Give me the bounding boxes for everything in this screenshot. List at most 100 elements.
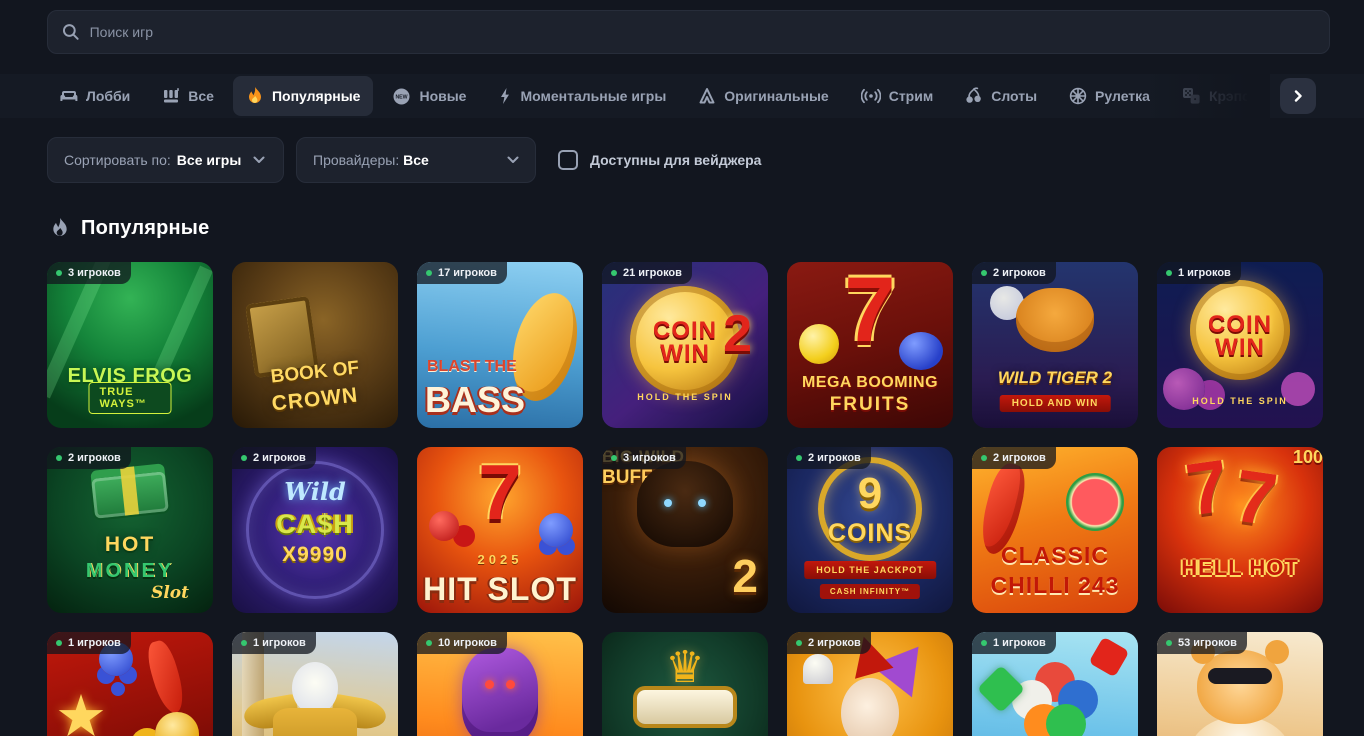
players-badge: 2 игроков: [787, 632, 871, 654]
bull-eye-art: [698, 499, 706, 507]
seven-art: 7: [844, 264, 895, 356]
slot-machine-icon: [162, 87, 180, 105]
online-dot: [796, 640, 802, 646]
players-badge: 21 игроков: [602, 262, 692, 284]
game-title: HELL HOT: [1157, 555, 1323, 581]
game-tile-wild-tiger-2[interactable]: WILD TIGER 2 HOLD AND WIN 2 игроков: [972, 262, 1138, 428]
players-badge: 2 игроков: [972, 262, 1056, 284]
game-subtitle: HOLD THE JACKPOT: [804, 561, 936, 579]
dice-icon: [1182, 87, 1201, 105]
game-tile-classic-chilli-243[interactable]: CLASSIC CHILLI 243 2 игроков: [972, 447, 1138, 613]
section-title: Популярные: [81, 217, 209, 240]
mummy-eye-art: [506, 680, 515, 689]
wager-checkbox[interactable]: [558, 150, 578, 170]
game-tile-fruit-machine[interactable]: ♛ FRUIT Machine: [602, 632, 768, 736]
cherries-icon: [965, 87, 983, 105]
game-subtitle: TRUE WAYS™: [89, 382, 172, 414]
tab-all[interactable]: Все: [149, 76, 227, 116]
game-tile-hot-money-slot[interactable]: HOT MONEY Slot 2 игроков: [47, 447, 213, 613]
game-tile-9-coins[interactable]: 9 COINS HOLD THE JACKPOT CASH INFINITY™ …: [787, 447, 953, 613]
tabs-scroll-right-button[interactable]: [1280, 78, 1316, 114]
filters-row: Сортировать по: Все игры Провайдеры: Все…: [47, 137, 761, 183]
game-tile-2025-hit-slot[interactable]: 7 2025 HIT SLOT: [417, 447, 583, 613]
tab-lobby[interactable]: Лобби: [47, 76, 143, 116]
online-dot: [796, 455, 802, 461]
providers-dropdown[interactable]: Провайдеры: Все: [296, 137, 536, 183]
tab-slots[interactable]: Слоты: [952, 76, 1050, 116]
chilli-art: [143, 638, 188, 716]
players-count: 2 игроков: [808, 637, 861, 649]
players-count: 2 игроков: [993, 267, 1046, 279]
bell-art: [803, 654, 833, 684]
game-tile-coin-win[interactable]: COINWIN HOLD THE SPIN 1 игроков: [1157, 262, 1323, 428]
game-tile-hot-slot[interactable]: ★ Hot 1 игроков: [47, 632, 213, 736]
tab-stream[interactable]: Стрим: [848, 76, 946, 116]
game-tile-mega-booming-fruits[interactable]: 7 MEGA BOOMING FRUITS: [787, 262, 953, 428]
game-tile-zeus[interactable]: 1 игроков: [232, 632, 398, 736]
sunglasses-art: [1208, 668, 1272, 684]
tab-roulette[interactable]: Рулетка: [1056, 76, 1163, 116]
search-input[interactable]: [90, 24, 1315, 40]
game-title: MEGA BOOMING: [787, 374, 953, 392]
game-tile-big-wild-buffalo-2[interactable]: BIG WILD BUFFALO 2 3 игроков: [602, 447, 768, 613]
seven-art: 7: [478, 453, 521, 531]
wager-filter[interactable]: Доступны для вейджера: [558, 150, 761, 170]
game-tile-wild-cash-x9990[interactable]: Wild CA$H X9990 2 игроков: [232, 447, 398, 613]
bull-eye-art: [664, 499, 672, 507]
tab-originals[interactable]: Оригинальные: [685, 76, 841, 116]
bells-art: [155, 712, 199, 736]
money-stack-art: [91, 471, 169, 519]
lobby-icon: [60, 87, 78, 105]
broadcast-icon: [861, 88, 881, 104]
game-tile-coin-win-2[interactable]: COINWIN 2 HOLD THE SPIN 21 игроков: [602, 262, 768, 428]
game-tile-book-of-crown[interactable]: BOOK OF CROWN: [232, 262, 398, 428]
game-subtitle: HOLD THE SPIN: [602, 392, 768, 402]
players-badge: 2 игроков: [787, 447, 871, 469]
game-title-number: 9: [787, 469, 953, 519]
game-tile-joker[interactable]: 2 игроков: [787, 632, 953, 736]
sort-dropdown[interactable]: Сортировать по: Все игры: [47, 137, 284, 183]
game-title: CA$H: [232, 509, 398, 540]
tab-popular[interactable]: Популярные: [233, 76, 373, 116]
players-badge: 1 игроков: [47, 632, 131, 654]
players-badge: 10 игроков: [417, 632, 507, 654]
players-badge: 3 игроков: [47, 262, 131, 284]
game-tile-mummyland[interactable]: MUMMYLAND 10 игроков: [417, 632, 583, 736]
game-title: CLASSIC: [972, 542, 1138, 569]
players-badge: 53 игроков: [1157, 632, 1247, 654]
online-dot: [56, 455, 62, 461]
tab-craps[interactable]: Крэпс: [1169, 76, 1247, 116]
online-dot: [426, 640, 432, 646]
tab-instant-games[interactable]: Моментальные игры: [485, 76, 679, 116]
mummy-eye-art: [485, 680, 494, 689]
chevron-down-icon: [253, 156, 265, 164]
tab-label: Слоты: [991, 88, 1037, 104]
chevron-right-icon: [1292, 90, 1304, 102]
tab-label: Рулетка: [1095, 88, 1150, 104]
players-count: 1 игроков: [1178, 267, 1231, 279]
tab-label: Новые: [419, 88, 466, 104]
candy-art: [1046, 704, 1086, 736]
providers-value: Все: [403, 152, 429, 168]
game-tile-elvis-frog-trueways[interactable]: ELVIS FROG TRUE WAYS™ 3 игроков: [47, 262, 213, 428]
joker-face-art: [841, 678, 899, 736]
game-tile-bonanza[interactable]: BONANZA 1 игроков: [972, 632, 1138, 736]
game-title: WIN: [660, 340, 710, 367]
players-count: 21 игроков: [623, 267, 682, 279]
players-badge: 2 игроков: [47, 447, 131, 469]
game-title: BLAST THE: [427, 358, 517, 376]
sort-value: Все игры: [177, 152, 242, 168]
game-tile-blast-the-bass[interactable]: BLAST THE BASS 17 игроков: [417, 262, 583, 428]
game-title: BASS: [425, 382, 525, 418]
online-dot: [56, 270, 62, 276]
game-tile-hell-hot-100[interactable]: 7 7 HELL HOT 100: [1157, 447, 1323, 613]
slot-window-art: [637, 690, 733, 724]
tab-new[interactable]: NEW Новые: [379, 76, 479, 116]
roulette-wheel-icon: [1069, 87, 1087, 105]
game-title: MONEY: [47, 560, 213, 583]
game-tile-fortune-tiger[interactable]: FORTUNE 53 игроков: [1157, 632, 1323, 736]
players-count: 2 игроков: [993, 452, 1046, 464]
players-count: 53 игроков: [1178, 637, 1237, 649]
players-count: 10 игроков: [438, 637, 497, 649]
players-badge: 1 игроков: [232, 632, 316, 654]
